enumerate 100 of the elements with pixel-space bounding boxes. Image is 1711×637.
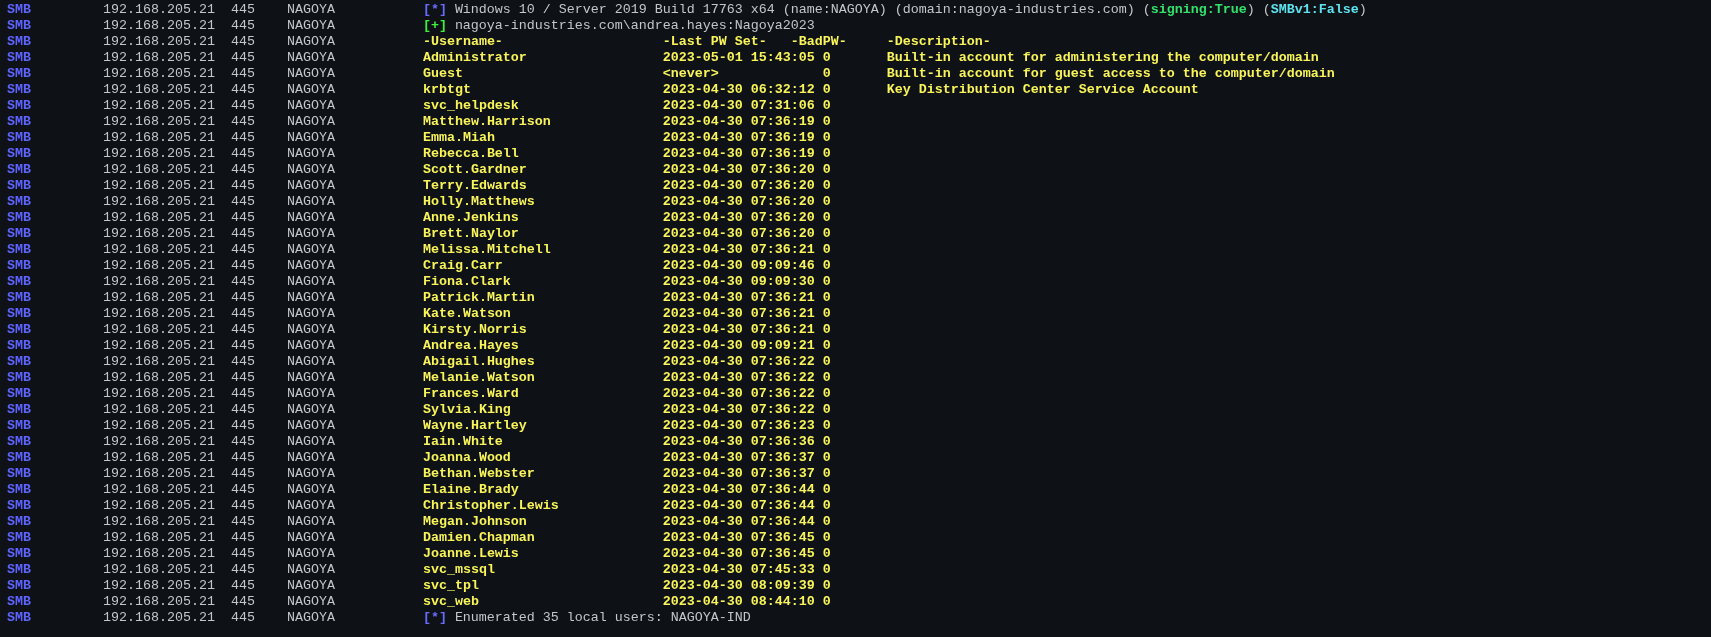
account-description: Built-in account for administering the computer/domain: [886, 50, 1319, 66]
bad-password-count: 0: [822, 114, 832, 130]
password-date: 2023-04-30 07:36:45: [662, 546, 816, 562]
username: Iain.White: [422, 434, 504, 450]
username: Anne.Jenkins: [422, 210, 520, 226]
port-number: 445: [230, 34, 256, 50]
protocol-label: SMB: [7, 274, 32, 290]
password-date: 2023-04-30 07:36:45: [662, 530, 816, 546]
protocol-label: SMB: [7, 114, 32, 130]
bad-password-count: 0: [822, 242, 832, 258]
username: svc_helpdesk: [422, 98, 520, 114]
ip-address: 192.168.205.21: [102, 290, 216, 306]
host-name: NAGOYA: [286, 2, 336, 18]
port-number: 445: [230, 546, 256, 562]
port-number: 445: [230, 226, 256, 242]
protocol-label: SMB: [7, 194, 32, 210]
column-header: -Username-: [422, 34, 504, 50]
protocol-label: SMB: [7, 258, 32, 274]
protocol-label: SMB: [7, 514, 32, 530]
password-date: 2023-04-30 07:36:20: [662, 210, 816, 226]
ip-address: 192.168.205.21: [102, 418, 216, 434]
bad-password-count: 0: [822, 354, 832, 370]
port-number: 445: [230, 210, 256, 226]
port-number: 445: [230, 594, 256, 610]
bad-password-count: 0: [822, 402, 832, 418]
ip-address: 192.168.205.21: [102, 34, 216, 50]
column-header: -Last PW Set-: [662, 34, 768, 50]
ip-address: 192.168.205.21: [102, 578, 216, 594]
port-number: 445: [230, 178, 256, 194]
ip-address: 192.168.205.21: [102, 210, 216, 226]
username: Abigail.Hughes: [422, 354, 536, 370]
bad-password-count: 0: [822, 258, 832, 274]
host-name: NAGOYA: [286, 194, 336, 210]
port-number: 445: [230, 514, 256, 530]
password-date: 2023-04-30 07:36:19: [662, 114, 816, 130]
username: Craig.Carr: [422, 258, 504, 274]
host-name: NAGOYA: [286, 434, 336, 450]
username: svc_mssql: [422, 562, 496, 578]
protocol-label: SMB: [7, 2, 32, 18]
ip-address: 192.168.205.21: [102, 178, 216, 194]
host-name: NAGOYA: [286, 498, 336, 514]
output-text: Enumerated 35 local users: NAGOYA-IND: [454, 610, 751, 626]
password-date: 2023-04-30 07:36:21: [662, 242, 816, 258]
port-number: 445: [230, 194, 256, 210]
bad-password-count: 0: [822, 290, 832, 306]
host-name: NAGOYA: [286, 82, 336, 98]
username: Holly.Matthews: [422, 194, 536, 210]
host-name: NAGOYA: [286, 466, 336, 482]
username: Guest: [422, 66, 464, 82]
ip-address: 192.168.205.21: [102, 98, 216, 114]
host-name: NAGOYA: [286, 322, 336, 338]
protocol-label: SMB: [7, 18, 32, 34]
bad-password-count: 0: [822, 482, 832, 498]
password-date: 2023-04-30 08:44:10: [662, 594, 816, 610]
host-name: NAGOYA: [286, 530, 336, 546]
password-date: 2023-04-30 07:36:20: [662, 162, 816, 178]
username: Wayne.Hartley: [422, 418, 528, 434]
ip-address: 192.168.205.21: [102, 466, 216, 482]
ip-address: 192.168.205.21: [102, 434, 216, 450]
ip-address: 192.168.205.21: [102, 322, 216, 338]
port-number: 445: [230, 418, 256, 434]
host-name: NAGOYA: [286, 290, 336, 306]
host-name: NAGOYA: [286, 162, 336, 178]
ip-address: 192.168.205.21: [102, 338, 216, 354]
password-date: 2023-04-30 08:09:39: [662, 578, 816, 594]
output-text: Windows 10 / Server 2019 Build 17763 x64 (name:NAGOYA) (domain:nagoya-industries.com) (signing:True) (SMBv1:False): [454, 2, 1367, 18]
port-number: 445: [230, 306, 256, 322]
bad-password-count: 0: [822, 434, 832, 450]
password-date: 2023-04-30 07:36:21: [662, 322, 816, 338]
username: Bethan.Webster: [422, 466, 536, 482]
ip-address: 192.168.205.21: [102, 82, 216, 98]
host-name: NAGOYA: [286, 514, 336, 530]
bad-password-count: 0: [822, 514, 832, 530]
protocol-label: SMB: [7, 546, 32, 562]
bad-password-count: 0: [822, 370, 832, 386]
port-number: 445: [230, 466, 256, 482]
password-date: 2023-04-30 07:36:22: [662, 386, 816, 402]
bad-password-count: 0: [822, 194, 832, 210]
protocol-label: SMB: [7, 386, 32, 402]
host-name: NAGOYA: [286, 130, 336, 146]
status-marker: [*]: [422, 2, 447, 18]
port-number: 445: [230, 610, 256, 626]
bad-password-count: 0: [822, 226, 832, 242]
password-date: 2023-04-30 09:09:30: [662, 274, 816, 290]
ip-address: 192.168.205.21: [102, 514, 216, 530]
port-number: 445: [230, 242, 256, 258]
password-date: 2023-04-30 07:36:44: [662, 514, 816, 530]
port-number: 445: [230, 562, 256, 578]
password-date: 2023-04-30 07:36:37: [662, 466, 816, 482]
port-number: 445: [230, 66, 256, 82]
bad-password-count: 0: [822, 594, 832, 610]
column-header: -BadPW-: [790, 34, 848, 50]
password-date: 2023-04-30 07:36:22: [662, 370, 816, 386]
ip-address: 192.168.205.21: [102, 114, 216, 130]
host-name: NAGOYA: [286, 546, 336, 562]
password-date: 2023-04-30 07:36:22: [662, 402, 816, 418]
username: Christopher.Lewis: [422, 498, 560, 514]
bad-password-count: 0: [822, 418, 832, 434]
password-date: 2023-04-30 07:36:19: [662, 146, 816, 162]
output-text: nagoya-industries.com\andrea.hayes:Nagoya2023: [454, 18, 815, 34]
